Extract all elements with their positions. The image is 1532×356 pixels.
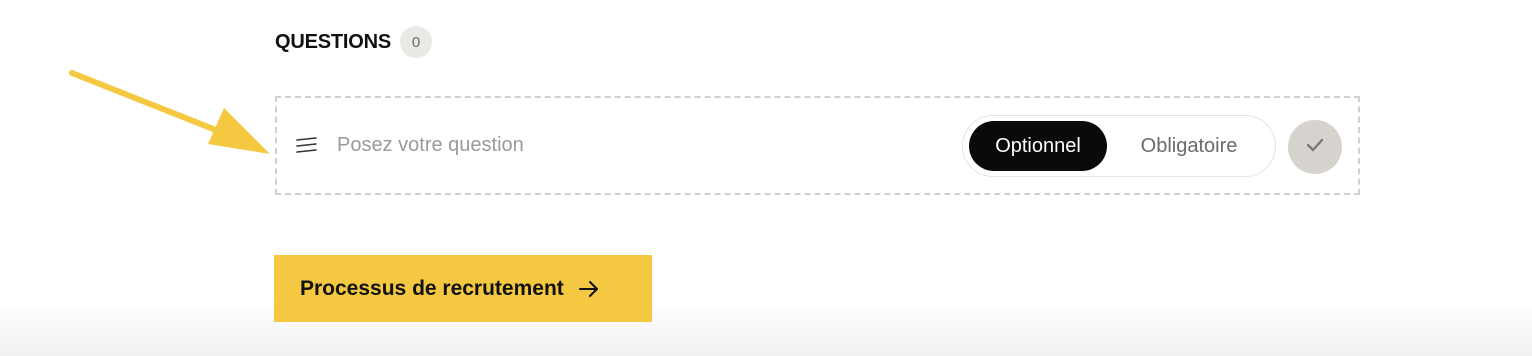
arrow-right-icon — [578, 280, 600, 298]
page: QUESTIONS 0 Optionnel Obligatoire Proces… — [0, 0, 1532, 356]
section-title: QUESTIONS — [275, 30, 391, 53]
question-count-badge: 0 — [400, 26, 432, 58]
checkmark-icon — [1306, 138, 1324, 157]
confirm-question-button[interactable] — [1288, 120, 1342, 174]
drag-handle-icon[interactable] — [296, 137, 318, 155]
toggle-obligatoire[interactable]: Obligatoire — [1109, 121, 1269, 171]
question-row: Optionnel Obligatoire — [275, 96, 1360, 195]
annotation-arrow-icon — [69, 70, 270, 154]
cta-label: Processus de recrutement — [300, 276, 564, 300]
questions-header: QUESTIONS 0 — [275, 26, 432, 58]
toggle-optionnel[interactable]: Optionnel — [969, 121, 1107, 171]
question-input[interactable] — [337, 126, 897, 164]
recruitment-process-button[interactable]: Processus de recrutement — [274, 255, 652, 322]
required-toggle: Optionnel Obligatoire — [962, 115, 1276, 177]
